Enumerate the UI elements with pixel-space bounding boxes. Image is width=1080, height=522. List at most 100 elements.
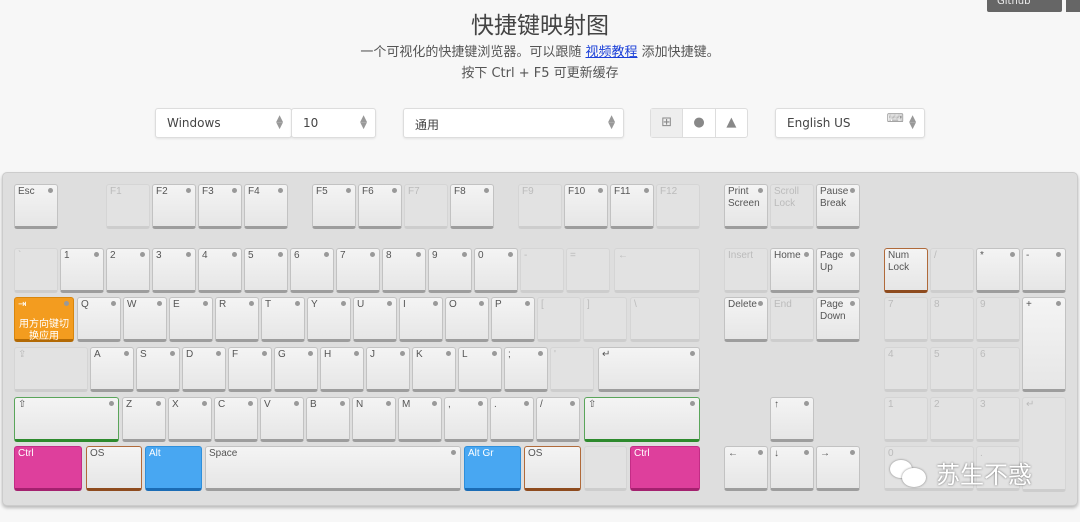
- key-f7[interactable]: F7: [404, 184, 448, 229]
- key-scroll-lock[interactable]: Scroll Lock: [770, 184, 814, 229]
- key-q[interactable]: Q: [77, 297, 121, 342]
- os-select[interactable]: Windows ▲ ▼: [155, 108, 292, 138]
- version-select[interactable]: 10 ▲ ▼: [291, 108, 376, 138]
- apple-icon[interactable]: ●: [682, 109, 714, 137]
- key-1[interactable]: 1: [60, 248, 104, 293]
- key-f11[interactable]: F11: [610, 184, 654, 229]
- linux-icon[interactable]: ▲: [714, 109, 747, 137]
- video-tutorial-link[interactable]: 视频教程: [585, 45, 637, 60]
- key-f1[interactable]: F1: [106, 184, 150, 229]
- key-c[interactable]: C: [214, 397, 258, 442]
- key-t[interactable]: T: [261, 297, 305, 342]
- key-d[interactable]: D: [182, 347, 226, 392]
- key-y[interactable]: Y: [307, 297, 351, 342]
- key-↑[interactable]: ↑: [770, 397, 814, 442]
- windows-icon[interactable]: ⊞: [651, 109, 683, 137]
- key-5[interactable]: 5: [244, 248, 288, 293]
- key-f4[interactable]: F4: [244, 184, 288, 229]
- key-u[interactable]: U: [353, 297, 397, 342]
- key-\[interactable]: \: [630, 297, 700, 342]
- key-8[interactable]: 8: [930, 297, 974, 342]
- key-end[interactable]: End: [770, 297, 814, 342]
- key-f5[interactable]: F5: [312, 184, 356, 229]
- key-j[interactable]: J: [366, 347, 410, 392]
- key-w[interactable]: W: [123, 297, 167, 342]
- key-7[interactable]: 7: [336, 248, 380, 293]
- layout-select[interactable]: English US ⌨ ▲ ▼: [775, 108, 925, 138]
- key-pause-break[interactable]: Pause Break: [816, 184, 860, 229]
- key-k[interactable]: K: [412, 347, 456, 392]
- key-m[interactable]: M: [398, 397, 442, 442]
- key-f8[interactable]: F8: [450, 184, 494, 229]
- key-⇧[interactable]: ⇧: [14, 397, 119, 442]
- key-9[interactable]: 9: [976, 297, 1020, 342]
- key-page-up[interactable]: Page Up: [816, 248, 860, 293]
- key--[interactable]: -: [1022, 248, 1066, 293]
- key-a[interactable]: A: [90, 347, 134, 392]
- key-6[interactable]: 6: [976, 347, 1020, 392]
- key-delete[interactable]: Delete: [724, 297, 768, 342]
- key-7[interactable]: 7: [884, 297, 928, 342]
- key-p[interactable]: P: [491, 297, 535, 342]
- key-][interactable]: ]: [583, 297, 627, 342]
- key-i[interactable]: I: [399, 297, 443, 342]
- key-os[interactable]: OS: [86, 446, 142, 491]
- app-select[interactable]: 通用 ▲ ▼: [403, 108, 624, 138]
- key-`[interactable]: `: [14, 248, 58, 293]
- key-8[interactable]: 8: [382, 248, 426, 293]
- key-f9[interactable]: F9: [518, 184, 562, 229]
- key-1[interactable]: 1: [884, 397, 928, 442]
- key-h[interactable]: H: [320, 347, 364, 392]
- key-alt[interactable]: Alt: [145, 446, 202, 491]
- key-;[interactable]: ;: [504, 347, 548, 392]
- key-menu[interactable]: [584, 446, 627, 491]
- key-⇪[interactable]: ⇪: [14, 347, 88, 392]
- key-.[interactable]: .: [490, 397, 534, 442]
- key-[[interactable]: [: [537, 297, 581, 342]
- key-2[interactable]: 2: [930, 397, 974, 442]
- key-4[interactable]: 4: [884, 347, 928, 392]
- key-r[interactable]: R: [215, 297, 259, 342]
- key-/[interactable]: /: [536, 397, 580, 442]
- key-b[interactable]: B: [306, 397, 350, 442]
- key-+[interactable]: +: [1022, 297, 1066, 392]
- key-5[interactable]: 5: [930, 347, 974, 392]
- key-os[interactable]: OS: [524, 446, 581, 491]
- key-⇥[interactable]: ⇥ 用方向键切换应用: [14, 297, 74, 342]
- key-z[interactable]: Z: [122, 397, 166, 442]
- key-insert[interactable]: Insert: [724, 248, 768, 293]
- key-ctrl[interactable]: Ctrl: [630, 446, 700, 491]
- key-n[interactable]: N: [352, 397, 396, 442]
- key-f6[interactable]: F6: [358, 184, 402, 229]
- key-*[interactable]: *: [976, 248, 1020, 293]
- key-x[interactable]: X: [168, 397, 212, 442]
- key-'[interactable]: ': [550, 347, 594, 392]
- key-alt-gr[interactable]: Alt Gr: [464, 446, 521, 491]
- key--[interactable]: -: [520, 248, 564, 293]
- key-home[interactable]: Home: [770, 248, 814, 293]
- key-3[interactable]: 3: [152, 248, 196, 293]
- key-e[interactable]: E: [169, 297, 213, 342]
- key-2[interactable]: 2: [106, 248, 150, 293]
- key-f3[interactable]: F3: [198, 184, 242, 229]
- key-0[interactable]: 0: [474, 248, 518, 293]
- key-4[interactable]: 4: [198, 248, 242, 293]
- key-←[interactable]: ←: [614, 248, 700, 293]
- key-6[interactable]: 6: [290, 248, 334, 293]
- key-f[interactable]: F: [228, 347, 272, 392]
- key-s[interactable]: S: [136, 347, 180, 392]
- key-esc[interactable]: Esc: [14, 184, 58, 229]
- key-f10[interactable]: F10: [564, 184, 608, 229]
- key-/[interactable]: /: [930, 248, 974, 293]
- key-⇧[interactable]: ⇧: [584, 397, 700, 442]
- key-f2[interactable]: F2: [152, 184, 196, 229]
- key-num-lock[interactable]: Num Lock: [884, 248, 928, 293]
- key-g[interactable]: G: [274, 347, 318, 392]
- key-,[interactable]: ,: [444, 397, 488, 442]
- key-3[interactable]: 3: [976, 397, 1020, 442]
- key-→[interactable]: →: [816, 446, 860, 491]
- key-v[interactable]: V: [260, 397, 304, 442]
- key-f12[interactable]: F12: [656, 184, 700, 229]
- key-o[interactable]: O: [445, 297, 489, 342]
- key-print-screen[interactable]: Print Screen: [724, 184, 768, 229]
